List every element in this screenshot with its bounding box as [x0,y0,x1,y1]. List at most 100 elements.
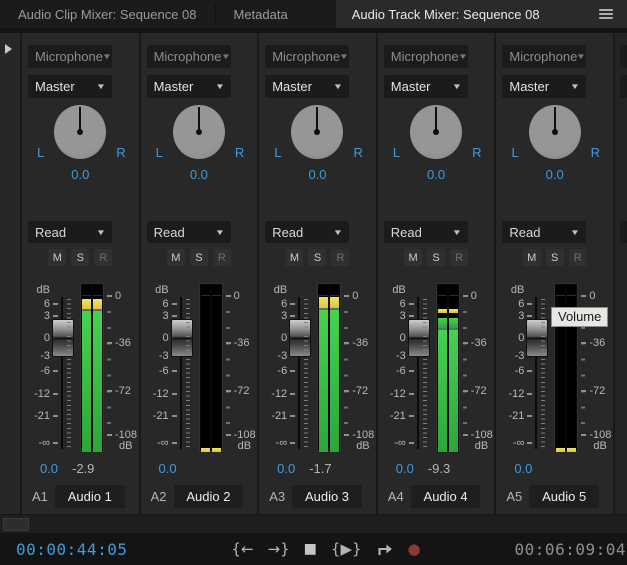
chevron-down-icon: ▼ [451,82,462,91]
pan-knob[interactable]: L R [141,105,258,165]
output-select[interactable]: Master ▼ [265,75,350,98]
bottom-gap-band [0,514,627,533]
pan-knob-center [433,129,440,135]
pan-value[interactable]: 0.0 [259,167,376,182]
mute-button[interactable]: M [285,249,304,266]
loop-button[interactable] [376,542,394,556]
panel-menu-icon[interactable] [599,9,613,19]
volume-value[interactable]: 0.0 [506,461,540,476]
volume-fader[interactable] [407,297,430,449]
track-name-field[interactable]: Audio 3 [292,485,362,508]
arm-record-button[interactable]: R [568,249,587,266]
play-in-to-out-button[interactable]: {▶} [331,541,362,557]
pan-knob[interactable]: L R [259,105,376,165]
meter-minor-ticks [344,295,349,437]
volume-value[interactable]: 0.0 [269,461,303,476]
volume-fader[interactable] [526,297,549,449]
pan-knob-dial[interactable] [172,105,225,159]
pan-knob-dial[interactable] [54,105,107,159]
chevron-down-icon: ▼ [457,52,468,61]
track-name-field[interactable]: Audio 5 [529,485,599,508]
current-timecode[interactable]: 00:00:44:05 [16,540,127,559]
mute-button[interactable]: M [166,249,185,266]
input-select[interactable]: Microphone ▼ [383,45,468,68]
pan-value[interactable]: 0.0 [378,167,495,182]
pan-value[interactable]: 0.0 [496,167,613,182]
fader-minor-ticks [67,299,71,447]
volume-value[interactable]: 0.0 [388,461,422,476]
stop-button[interactable]: ■ [304,542,317,556]
track-row: A1 Audio 1 [22,485,139,509]
fader-tick-mark [53,303,58,305]
volume-fader[interactable] [170,297,193,449]
fader-tick-label: -∞ [157,437,169,449]
input-select[interactable]: Microphone ▼ [502,45,586,68]
chevron-down-icon: ▼ [451,227,462,237]
automation-mode-select[interactable]: Read ▼ [502,221,587,243]
fader-tick-label: 6 [162,298,169,310]
volume-value[interactable]: 0.0 [151,461,185,476]
pan-knob-dial[interactable] [410,105,463,159]
pan-knob[interactable]: L R [22,105,139,165]
solo-button[interactable]: S [427,249,446,266]
fader-tick-label: -12 [34,388,50,400]
output-select[interactable]: Master ▼ [28,75,112,98]
solo-button[interactable]: S [189,249,208,266]
input-select[interactable]: Microphone ▼ [265,45,349,68]
solo-button[interactable]: S [545,249,564,266]
track-row: A5 Audio 5 [496,485,613,509]
clip-indicator-right [330,285,340,296]
expand-panel-icon[interactable] [5,44,12,54]
go-to-in-button[interactable]: {← [231,541,253,557]
arm-record-button[interactable]: R [331,249,350,266]
output-select[interactable]: Master ▼ [146,75,231,98]
arm-record-button[interactable]: R [450,249,469,266]
meter-segment [211,448,221,452]
level-meter [198,283,223,452]
arm-record-button[interactable]: R [94,249,113,266]
meter-tick-mark [344,390,350,392]
clip-indicator-left [82,285,91,296]
volume-fader[interactable] [289,297,312,449]
mute-button[interactable]: M [48,249,67,266]
automation-mode-select[interactable]: Read ▼ [265,221,350,243]
tab-audio-track-mixer[interactable]: Audio Track Mixer: Sequence 08 [335,0,627,28]
record-button[interactable]: ● [408,541,421,557]
pan-value[interactable]: 0.0 [22,167,139,182]
fader-tick-mark [290,315,296,317]
automation-mode-select[interactable]: Read ▼ [28,221,112,243]
pan-knob-dial[interactable] [528,105,581,159]
mute-button[interactable]: M [404,249,423,266]
pan-knob-dial[interactable] [291,105,344,159]
arm-record-button[interactable]: R [212,249,231,266]
input-select[interactable]: Microphone ▼ [146,45,231,68]
automation-mode-select[interactable]: Read ▼ [146,221,231,243]
go-to-out-button[interactable]: →} [268,541,290,557]
volume-value[interactable]: 0.0 [32,461,66,476]
tab-audio-clip-mixer[interactable]: Audio Clip Mixer: Sequence 08 [0,0,215,28]
track-buttons: M S R [378,249,495,266]
track-name-field[interactable]: Audio 2 [173,485,244,508]
pan-left-label: L [392,145,401,160]
pan-knob[interactable]: L R [496,105,613,165]
clip-indicator-left [200,285,210,296]
mute-button[interactable]: M [522,249,541,266]
fader-tick-label: -∞ [38,437,50,449]
tab-metadata[interactable]: Metadata [216,0,306,28]
meter-segment [319,297,329,308]
solo-button[interactable]: S [308,249,327,266]
pan-knob[interactable]: L R [378,105,495,165]
output-select[interactable]: Master ▼ [383,75,468,98]
track-name-field[interactable]: Audio 4 [410,485,481,508]
volume-fader[interactable] [52,297,74,449]
input-select[interactable]: Microphone ▼ [28,45,112,68]
solo-button[interactable]: S [71,249,90,266]
db-unit-label: dB [392,284,406,296]
meter-tick-mark [225,434,231,436]
track-name-field[interactable]: Audio 1 [55,485,125,508]
output-select[interactable]: Master ▼ [502,75,587,98]
automation-mode-select[interactable]: Read ▼ [383,221,468,243]
pan-right-label: R [472,145,482,160]
pan-value[interactable]: 0.0 [141,167,258,182]
fader-tick-mark [53,415,58,417]
